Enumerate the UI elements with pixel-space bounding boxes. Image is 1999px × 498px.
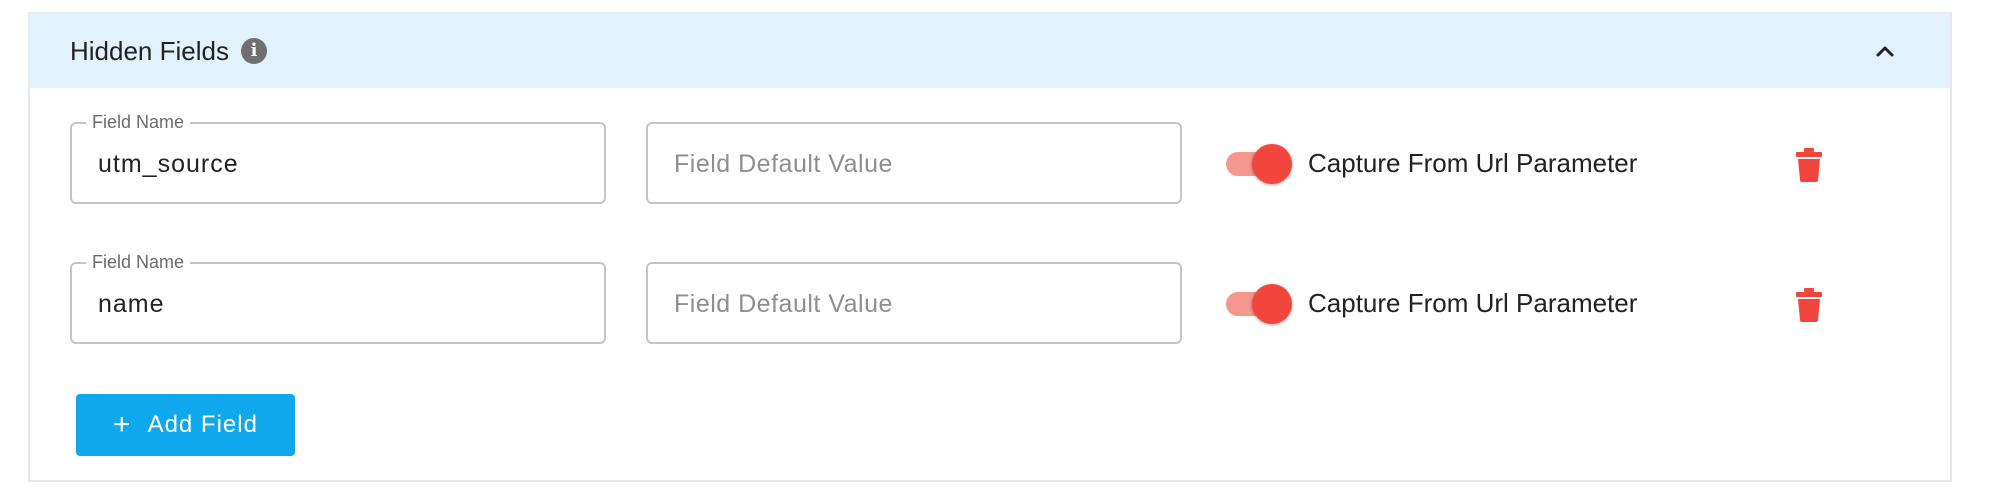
field-name-field[interactable]: Field Name <box>70 111 606 204</box>
toggle-knob <box>1252 144 1292 184</box>
hidden-fields-panel: Hidden Fields i Field Name Capture From … <box>28 12 1952 482</box>
add-field-button[interactable]: + Add Field <box>76 394 295 456</box>
field-name-label: Field Name <box>86 251 191 273</box>
field-default-value-input[interactable] <box>674 146 1154 182</box>
chevron-up-icon[interactable] <box>1874 40 1896 62</box>
field-default-value-input[interactable] <box>674 286 1154 322</box>
capture-from-url-toggle[interactable] <box>1226 144 1292 184</box>
add-field-label: Add Field <box>147 411 258 438</box>
trash-icon[interactable] <box>1796 148 1822 182</box>
field-name-input[interactable] <box>98 146 578 182</box>
plus-icon: + <box>113 408 132 441</box>
field-name-label: Field Name <box>86 111 191 133</box>
panel-title: Hidden Fields <box>70 35 229 66</box>
toggle-knob <box>1252 284 1292 324</box>
field-default-value-field[interactable] <box>646 122 1182 204</box>
hidden-field-row: Field Name Capture From Url Parameter <box>30 251 1950 344</box>
trash-icon[interactable] <box>1796 288 1822 322</box>
field-name-field[interactable]: Field Name <box>70 251 606 344</box>
field-default-value-field[interactable] <box>646 262 1182 344</box>
field-name-input[interactable] <box>98 286 578 322</box>
hidden-field-row: Field Name Capture From Url Parameter <box>30 111 1950 204</box>
info-icon[interactable]: i <box>240 38 267 64</box>
capture-from-url-label: Capture From Url Parameter <box>1308 288 1638 318</box>
capture-from-url-toggle[interactable] <box>1226 284 1292 324</box>
capture-from-url-label: Capture From Url Parameter <box>1308 148 1638 178</box>
panel-header[interactable]: Hidden Fields i <box>30 14 1950 88</box>
